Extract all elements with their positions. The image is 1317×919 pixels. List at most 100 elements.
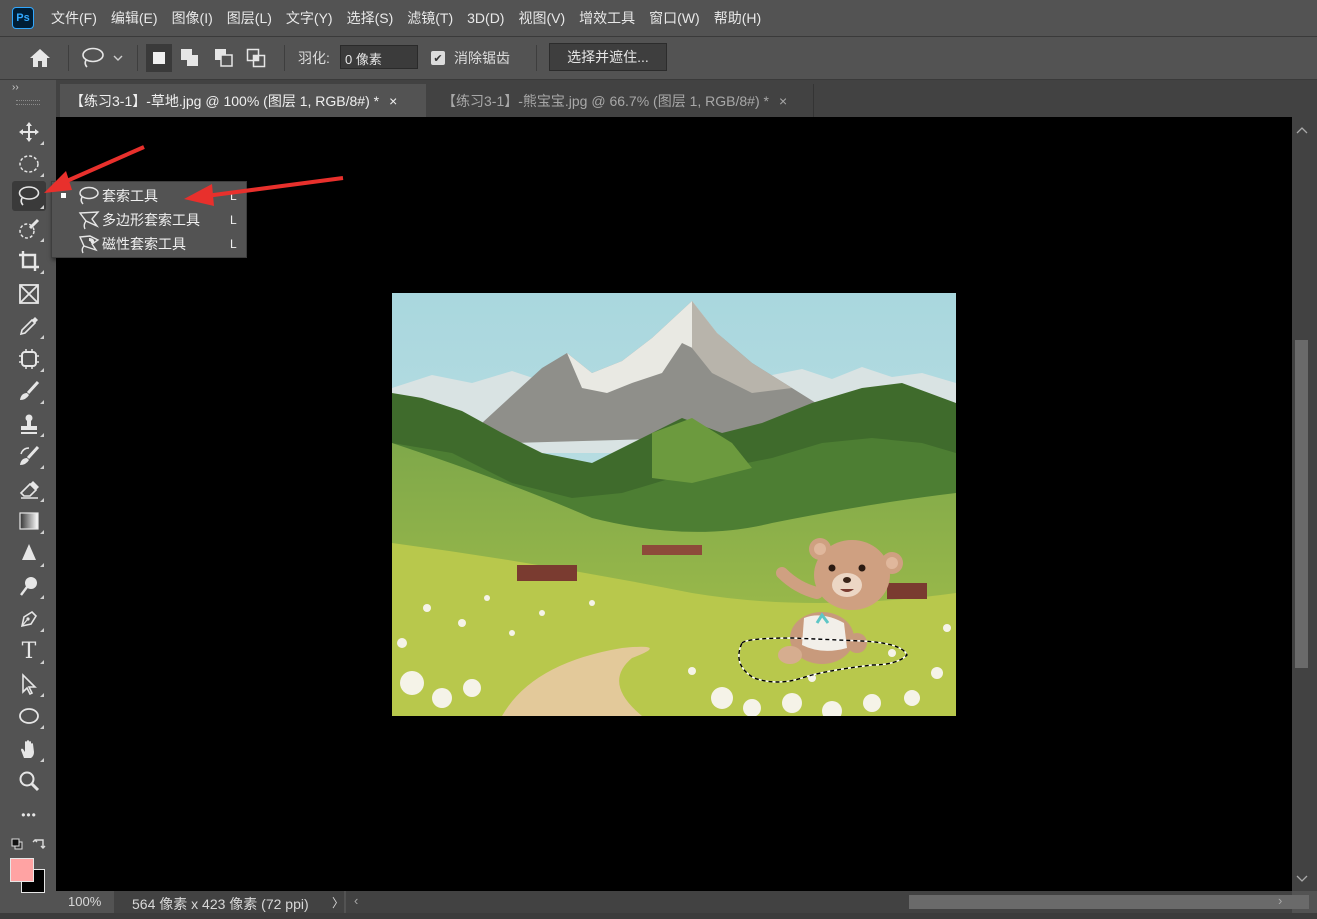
foreground-color-swatch[interactable]	[10, 858, 34, 882]
intersect-selection-icon	[246, 48, 266, 68]
status-bar: 100% 564 像素 x 423 像素 (72 ppi) 〉 ‹ ›	[56, 891, 1317, 913]
tab-grassland[interactable]: 【练习3-1】-草地.jpg @ 100% (图层 1, RGB/8#) * ×	[60, 84, 426, 117]
move-tool[interactable]	[12, 117, 46, 147]
scroll-left-icon[interactable]: ‹	[354, 893, 358, 908]
default-colors-icon	[11, 838, 23, 850]
zoom-tool[interactable]	[12, 766, 46, 796]
close-icon[interactable]: ×	[389, 93, 397, 109]
tool-preset-picker[interactable]	[80, 37, 124, 79]
add-to-selection-button[interactable]	[180, 37, 200, 79]
lasso-tool[interactable]	[12, 181, 46, 211]
vertical-scrollbar[interactable]	[1292, 117, 1317, 891]
ellipse-tool[interactable]	[12, 701, 46, 731]
flyout-item-polygonal-lasso[interactable]: 多边形套索工具 L	[52, 208, 246, 232]
scroll-right-icon[interactable]: ›	[1278, 893, 1282, 908]
feather-label: 羽化:	[298, 50, 330, 66]
elliptical-marquee-icon	[19, 155, 39, 173]
quick-selection-tool[interactable]	[12, 214, 46, 244]
dodge-tool[interactable]	[12, 571, 46, 601]
menu-edit[interactable]: 编辑(E)	[104, 8, 165, 28]
flyout-label: 套索工具	[102, 188, 158, 204]
menu-image[interactable]: 图像(I)	[165, 8, 220, 28]
vertical-scroll-thumb[interactable]	[1295, 340, 1308, 668]
subtract-from-selection-button[interactable]	[214, 37, 234, 79]
dodge-icon	[20, 577, 37, 596]
bottom-edge	[0, 913, 1317, 919]
tab-title: 【练习3-1】-熊宝宝.jpg @ 66.7% (图层 1, RGB/8#) *	[442, 92, 769, 109]
lasso-icon	[82, 47, 104, 68]
menu-file[interactable]: 文件(F)	[44, 8, 104, 28]
status-menu-button[interactable]: 〉	[332, 894, 344, 911]
spot-healing-icon	[19, 349, 39, 369]
hand-icon	[21, 740, 34, 758]
ellipse-icon	[19, 708, 39, 724]
new-selection-icon	[153, 52, 165, 64]
scroll-up-icon[interactable]	[1296, 127, 1308, 135]
hand-tool[interactable]	[12, 734, 46, 764]
flyout-label: 多边形套索工具	[102, 212, 200, 228]
flyout-shortcut: L	[230, 189, 237, 203]
brush-icon	[20, 380, 40, 400]
polygonal-lasso-icon	[78, 211, 100, 230]
antialias-label: 消除锯齿	[454, 50, 510, 66]
menu-select[interactable]: 选择(S)	[340, 8, 401, 28]
move-icon	[19, 122, 39, 142]
crop-tool[interactable]	[12, 246, 46, 276]
close-icon[interactable]: ×	[779, 93, 787, 109]
healing-brush-tool[interactable]	[12, 344, 46, 374]
flyout-item-lasso[interactable]: 套索工具 L	[52, 184, 246, 208]
menu-bar: Ps 文件(F) 编辑(E) 图像(I) 图层(L) 文字(Y) 选择(S) 滤…	[0, 0, 1317, 36]
clone-stamp-tool[interactable]	[12, 409, 46, 439]
marquee-tool[interactable]	[12, 149, 46, 179]
eyedropper-icon	[19, 317, 38, 336]
scroll-down-icon[interactable]	[1296, 875, 1308, 883]
menu-type[interactable]: 文字(Y)	[279, 8, 340, 28]
pen-tool[interactable]	[12, 604, 46, 634]
collapse-panel-button[interactable]: ››	[12, 82, 19, 93]
stamp-icon	[21, 414, 37, 434]
quick-selection-icon	[19, 218, 40, 239]
menu-3d[interactable]: 3D(D)	[460, 10, 511, 26]
zoom-level[interactable]: 100%	[68, 894, 101, 909]
horizontal-scrollbar[interactable]: ‹ ›	[346, 891, 1309, 913]
brush-tool[interactable]	[12, 376, 46, 406]
panel-grip[interactable]	[16, 100, 40, 105]
subtract-selection-icon	[215, 49, 233, 67]
swap-colors-button[interactable]	[32, 837, 46, 854]
gradient-tool[interactable]	[12, 506, 46, 536]
document-info[interactable]: 564 像素 x 423 像素 (72 ppi)	[132, 894, 309, 914]
tab-bear[interactable]: 【练习3-1】-熊宝宝.jpg @ 66.7% (图层 1, RGB/8#) *…	[432, 84, 814, 117]
frame-icon	[19, 284, 39, 304]
intersect-selection-button[interactable]	[246, 37, 266, 79]
home-button[interactable]	[28, 37, 52, 79]
flyout-item-magnetic-lasso[interactable]: 磁性套索工具 L	[52, 232, 246, 256]
lasso-icon	[18, 186, 40, 206]
horizontal-scroll-thumb[interactable]	[909, 895, 1309, 909]
path-selection-tool[interactable]	[12, 669, 46, 699]
feather-input[interactable]: 0 像素	[340, 45, 418, 69]
default-colors-button[interactable]	[11, 838, 23, 853]
add-selection-icon	[181, 49, 198, 66]
new-selection-button[interactable]	[146, 44, 172, 72]
eraser-tool[interactable]	[12, 474, 46, 504]
select-and-mask-button[interactable]: 选择并遮住...	[549, 43, 667, 71]
lasso-tool-flyout: 套索工具 L 多边形套索工具 L 磁性套索工具 L	[51, 181, 247, 258]
menu-window[interactable]: 窗口(W)	[642, 8, 707, 28]
eyedropper-tool[interactable]	[12, 311, 46, 341]
menu-plugins[interactable]: 增效工具	[572, 8, 642, 28]
type-tool[interactable]: T	[12, 636, 46, 666]
flyout-shortcut: L	[230, 237, 237, 251]
frame-tool[interactable]	[12, 279, 46, 309]
blur-tool[interactable]	[12, 539, 46, 569]
chevron-down-icon	[113, 55, 123, 61]
menu-view[interactable]: 视图(V)	[511, 8, 572, 28]
menu-help[interactable]: 帮助(H)	[707, 8, 768, 28]
menu-layer[interactable]: 图层(L)	[220, 8, 279, 28]
history-brush-tool[interactable]	[12, 441, 46, 471]
document-tab-bar: 【练习3-1】-草地.jpg @ 100% (图层 1, RGB/8#) * ×…	[56, 80, 1317, 117]
flyout-shortcut: L	[230, 213, 237, 227]
antialias-checkbox[interactable]: ✔	[431, 51, 445, 65]
menu-filter[interactable]: 滤镜(T)	[400, 8, 460, 28]
edit-toolbar-button[interactable]: •••	[12, 800, 46, 830]
eraser-icon	[19, 481, 39, 499]
